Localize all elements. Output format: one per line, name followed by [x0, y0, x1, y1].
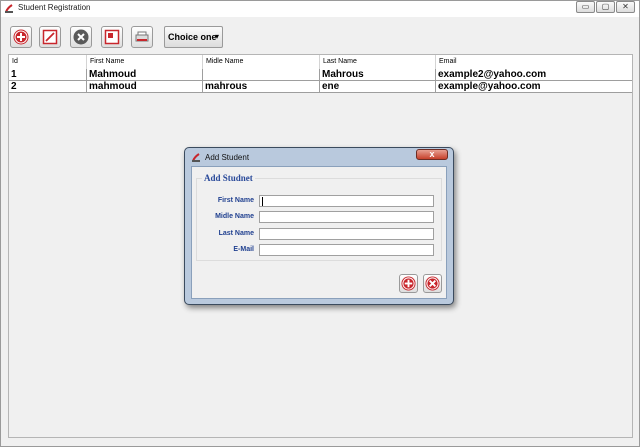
form-group-title: Add Studnet — [202, 173, 255, 183]
dialog-title-bar: Add Student x — [185, 148, 453, 166]
window-controls: ▭ ▢ ✕ — [575, 1, 635, 13]
dialog-body: Add Studnet First Name Midle Name Last N… — [191, 166, 447, 299]
table-row[interactable]: 2 mahmoud mahrous ene example@yahoo.com — [9, 81, 632, 93]
add-student-dialog: Add Student x Add Studnet First Name Mid… — [184, 147, 454, 305]
close-icon: ✕ — [622, 2, 629, 11]
add-icon — [401, 276, 416, 291]
email-label: E-Mail — [233, 246, 254, 253]
add-student-button[interactable] — [10, 26, 32, 48]
title-bar: Student Registration ▭ ▢ ✕ — [1, 1, 639, 17]
cell-last-name: ene — [320, 81, 436, 92]
view-icon — [104, 29, 120, 45]
cell-last-name: Mahrous — [320, 69, 436, 80]
dialog-title: Add Student — [205, 153, 250, 162]
email-field[interactable] — [259, 244, 434, 256]
cell-first-name: mahmoud — [87, 81, 203, 92]
cell-first-name: Mahmoud — [87, 69, 203, 80]
column-header-last-name[interactable]: Last Name — [320, 55, 436, 69]
text-cursor — [262, 197, 263, 206]
add-icon — [13, 29, 29, 45]
minimize-icon: ▭ — [581, 2, 590, 11]
choice-dropdown[interactable]: Choice one ▾ — [164, 26, 223, 48]
app-icon — [192, 153, 200, 162]
first-name-label: First Name — [217, 197, 254, 204]
cell-middle-name: mahrous — [203, 81, 320, 92]
delete-icon — [73, 29, 89, 45]
cell-middle-name — [203, 69, 320, 80]
middle-name-field[interactable] — [259, 211, 434, 223]
cell-email: example@yahoo.com — [438, 81, 541, 92]
print-button[interactable] — [131, 26, 153, 48]
first-name-field[interactable] — [259, 195, 434, 207]
choice-dropdown-value: Choice one — [168, 32, 217, 42]
save-button[interactable] — [399, 274, 418, 293]
column-header-middle-name[interactable]: Midle Name — [203, 55, 320, 69]
cancel-icon — [425, 276, 440, 291]
chevron-down-icon: ▾ — [214, 32, 219, 41]
delete-student-button[interactable] — [70, 26, 92, 48]
column-header-email[interactable]: Email — [436, 55, 632, 69]
close-window-button[interactable]: ✕ — [616, 1, 635, 13]
cell-id: 2 — [9, 81, 87, 92]
column-header-id[interactable]: Id — [9, 55, 87, 69]
last-name-label: Last Name — [218, 230, 254, 237]
last-name-field[interactable] — [259, 228, 434, 240]
app-icon — [5, 4, 13, 13]
view-student-button[interactable] — [101, 26, 123, 48]
table-row[interactable]: 1 Mahmoud Mahrous example2@yahoo.com — [9, 69, 632, 81]
close-icon: x — [429, 149, 435, 159]
column-header-first-name[interactable]: First Name — [87, 55, 203, 69]
edit-student-button[interactable] — [39, 26, 61, 48]
cell-id: 1 — [9, 69, 87, 80]
toolbar — [1, 19, 639, 53]
minimize-button[interactable]: ▭ — [576, 1, 595, 13]
table-header: Id First Name Midle Name Last Name Email — [9, 55, 632, 70]
middle-name-label: Midle Name — [215, 213, 254, 220]
cell-email: example2@yahoo.com — [438, 69, 547, 80]
cancel-button[interactable] — [423, 274, 442, 293]
maximize-icon: ▢ — [601, 2, 610, 11]
maximize-button[interactable]: ▢ — [596, 1, 615, 13]
edit-icon — [42, 29, 58, 45]
print-icon — [135, 31, 149, 42]
main-window: Student Registration ▭ ▢ ✕ Choice one ▾ … — [0, 0, 640, 447]
window-title: Student Registration — [18, 3, 91, 12]
dialog-close-button[interactable]: x — [416, 149, 448, 160]
